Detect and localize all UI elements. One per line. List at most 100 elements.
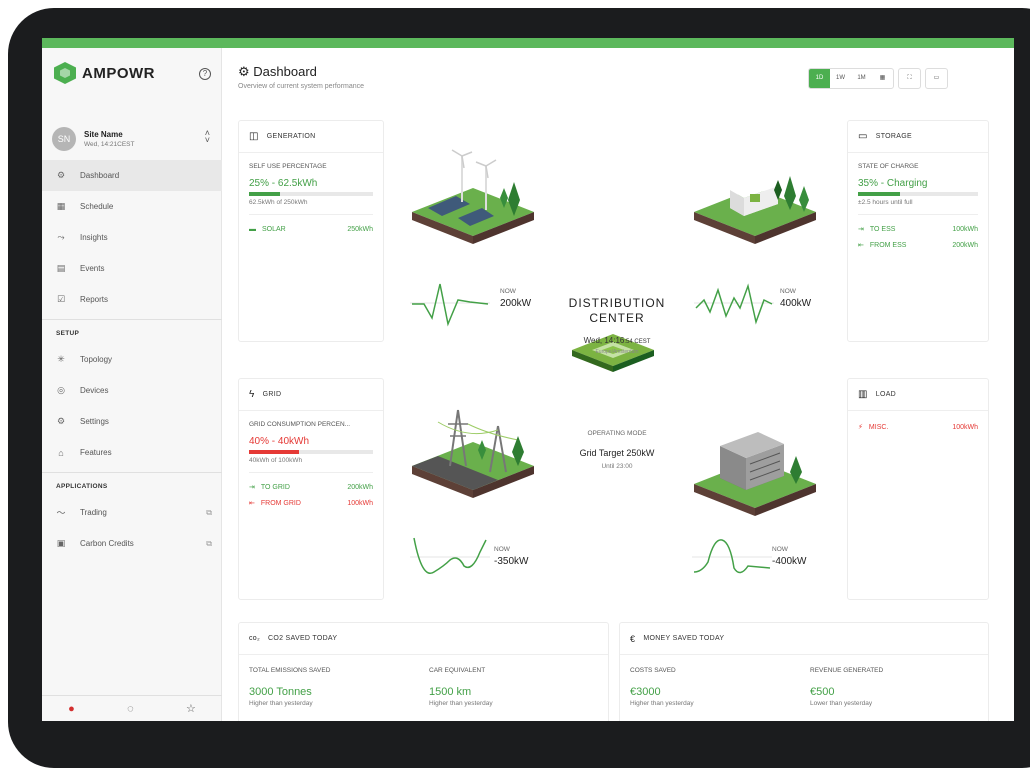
brand-name: AMPOWR: [82, 64, 155, 82]
external-link-icon: ⧉: [206, 507, 212, 517]
sidebar-item-label: Settings: [80, 417, 109, 426]
sidebar-item-insights[interactable]: ⤳ Insights: [42, 222, 222, 253]
section-setup: SETUP: [56, 330, 80, 337]
generation-sparkline: [410, 283, 490, 327]
load-now: NOW -400kW: [772, 546, 806, 567]
from-ess-label: FROM ESS: [869, 241, 907, 249]
lightning-icon: ϟ: [249, 389, 255, 400]
arrow-out-icon: ⇤: [249, 500, 255, 507]
source-label: SOLAR: [262, 225, 286, 233]
chevron-updown-icon[interactable]: ˄ ˅: [205, 129, 210, 145]
metric-sub: Lower than yesterday: [810, 700, 873, 707]
arrow-out-icon: ⇤: [858, 242, 864, 249]
external-link-icon: ⧉: [206, 538, 212, 548]
sidebar-item-reports[interactable]: ☑ Reports: [42, 284, 222, 315]
metric-label: REVENUE GENERATED: [810, 667, 884, 674]
grid-now: NOW -350kW: [494, 546, 528, 567]
source-row: ▬ SOLAR 250kWh: [239, 221, 383, 237]
range-1d-button[interactable]: 1D: [809, 69, 830, 88]
card-header: ◫ GENERATION: [239, 121, 383, 153]
grid-sparkline: [410, 537, 490, 574]
trend-icon: ⤳: [57, 232, 65, 242]
alert-icon[interactable]: ●: [68, 703, 75, 715]
battery-icon: ▭: [858, 131, 868, 142]
page-subtitle: Overview of current system performance: [238, 83, 365, 90]
site-date: Wed, 14:21CEST: [84, 141, 135, 148]
load-sparkline: [692, 539, 772, 574]
card-title: GENERATION: [266, 133, 316, 140]
display-group: ▭: [925, 68, 948, 89]
metric-sub: Higher than yesterday: [249, 700, 313, 707]
car-equivalent: CAR EQUIVALENT 1500 km Higher than yeste…: [429, 667, 493, 707]
brand-logo[interactable]: AMPOWR: [54, 62, 155, 84]
sidebar-item-features[interactable]: ⌂ Features: [42, 437, 222, 468]
star-icon[interactable]: ☆: [186, 702, 196, 715]
metric-label: COSTS SAVED: [630, 667, 676, 674]
sidebar-item-devices[interactable]: ◎ Devices: [42, 375, 222, 406]
calendar-icon[interactable]: ▦: [872, 69, 893, 88]
sidebar-item-events[interactable]: ▤ Events: [42, 253, 222, 284]
costs-saved: COSTS SAVED €3000 Higher than yesterday: [630, 667, 694, 707]
money-card: € MONEY SAVED TODAY COSTS SAVED €3000 Hi…: [619, 622, 989, 721]
operating-mode-until: Until 23:00: [601, 463, 633, 470]
card-header: co₂ CO2 SAVED TODAY: [239, 623, 608, 655]
now-label: NOW: [772, 546, 788, 553]
progress-bar: [858, 192, 978, 196]
events-icon: ▤: [56, 263, 66, 273]
divider: [42, 319, 222, 320]
support-icon[interactable]: ◌: [127, 703, 134, 715]
sidebar-item-label: Carbon Credits: [80, 539, 134, 548]
sidebar-item-topology[interactable]: ✳ Topology: [42, 344, 222, 375]
sidebar-item-label: Reports: [80, 295, 109, 304]
sidebar-item-label: Dashboard: [80, 171, 120, 180]
document-icon: ▣: [56, 538, 66, 548]
storage-now: NOW 400kW: [780, 288, 811, 309]
arrow-in-icon: ⇥: [858, 226, 864, 233]
device-icon: ◎: [57, 385, 65, 395]
metric-sub: 62.5kWh of 250kWh: [249, 199, 308, 206]
generation-card: ◫ GENERATION SELF USE PERCENTAGE 25% - 6…: [238, 120, 384, 342]
from-ess-row: ⇤ FROM ESS 200kWh: [848, 237, 988, 253]
metric-sub: 40kWh of 100kWh: [249, 457, 303, 464]
sidebar-item-schedule[interactable]: ▦ Schedule: [42, 191, 222, 222]
generation-illustration: [412, 149, 534, 244]
sidebar-item-settings[interactable]: ⚙ Settings: [42, 406, 222, 437]
metric-sub: Higher than yesterday: [429, 700, 493, 707]
now-value: -350kW: [494, 556, 529, 567]
source-value: 250kWh: [347, 225, 373, 233]
page-header: ⚙ Dashboard Overview of current system p…: [238, 64, 364, 90]
card-title: LOAD: [875, 391, 897, 398]
site-selector[interactable]: SN Site Name Wed, 14:21CEST ˄ ˅: [52, 116, 214, 162]
gear-icon: ⚙: [56, 416, 66, 426]
to-ess-value: 100kWh: [952, 225, 978, 233]
from-grid-row: ⇤ FROM GRID 100kWh: [239, 495, 383, 511]
dashboard-icon: ⚙: [56, 170, 66, 180]
card-header: ϟ GRID: [239, 379, 383, 411]
metric-value: 25% - 62.5kWh: [249, 178, 318, 189]
to-ess-label: TO ESS: [869, 225, 896, 233]
help-icon[interactable]: ?: [199, 68, 211, 80]
range-1w-button[interactable]: 1W: [830, 69, 851, 88]
sidebar-item-dashboard[interactable]: ⚙ Dashboard: [42, 160, 222, 191]
logo-icon: [54, 62, 76, 84]
now-label: NOW: [500, 288, 516, 295]
progress-fill: [249, 192, 280, 196]
co2-icon: co₂: [249, 635, 261, 642]
metric-label: TOTAL EMISSIONS SAVED: [249, 667, 331, 674]
sidebar-item-trading[interactable]: 〜 Trading ⧉: [42, 497, 222, 528]
section-applications: APPLICATIONS: [56, 483, 108, 490]
card-header: ▥ LOAD: [848, 379, 988, 411]
range-1m-button[interactable]: 1M: [851, 69, 872, 88]
accent-bar: [42, 38, 1014, 48]
monitor-icon[interactable]: ▭: [926, 69, 947, 88]
sidebar-item-label: Schedule: [80, 202, 114, 211]
fullscreen-icon[interactable]: ⛶: [899, 69, 920, 88]
toolbar: 1D 1W 1M ▦ ⛶ ▭: [808, 68, 948, 89]
grid-card: ϟ GRID GRID CONSUMPTION PERCEN... 40% - …: [238, 378, 384, 600]
sidebar-item-carbon-credits[interactable]: ▣ Carbon Credits ⧉: [42, 528, 222, 559]
building-icon: ▥: [858, 389, 868, 400]
now-label: NOW: [780, 288, 796, 295]
storage-card: ▭ STORAGE STATE OF CHARGE 35% - Charging…: [847, 120, 989, 342]
sidebar: AMPOWR ? SN Site Name Wed, 14:21CEST ˄ ˅ …: [42, 48, 222, 721]
generation-now: NOW 200kW: [500, 288, 531, 309]
